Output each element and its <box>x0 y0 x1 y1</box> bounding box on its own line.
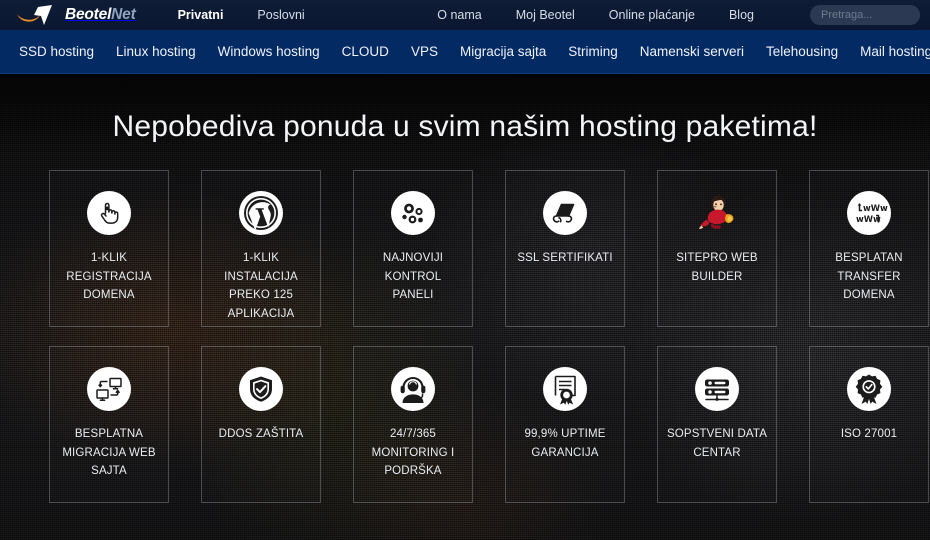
domain-transfer-www-icon: wWw wWw <box>847 191 891 235</box>
feature-tile-label: SOPSTVENI DATA CENTAR <box>666 428 768 459</box>
feature-tile-label: NAJNOVIJI KONTROL PANELI <box>382 252 444 302</box>
iso-award-badge-icon <box>847 367 891 411</box>
feature-tile-label: 24/7/365 MONITORING I PODRŠKA <box>371 428 455 478</box>
logo-wordmark: BeotelNet <box>65 6 136 24</box>
nav-item-windows-hosting[interactable]: Windows hosting <box>207 44 331 59</box>
feature-tile-label: SITEPRO WEB BUILDER <box>676 252 758 283</box>
page-title: Nepobediva ponuda u svim našim hosting p… <box>112 110 818 143</box>
site-logo[interactable]: BeotelNet <box>14 0 136 30</box>
control-panel-gears-icon <box>391 191 435 235</box>
feature-tile-control-panels[interactable]: NAJNOVIJI KONTROL PANELI <box>353 170 473 327</box>
one-click-pointer-hand-icon <box>87 191 131 235</box>
topnav-item-privatni[interactable]: Privatni <box>178 8 224 22</box>
feature-tile-label: BESPLATAN TRANSFER DOMENA <box>835 252 903 302</box>
top-utility-nav: O nama Moj Beotel Online plaćanje Blog <box>437 5 930 25</box>
search-input[interactable] <box>810 5 920 25</box>
feature-tile-app-installer[interactable]: 1-KLIK INSTALACIJA PREKO 125 APLIKACIJA <box>201 170 321 327</box>
hero-section: Nepobediva ponuda u svim našim hosting p… <box>0 74 930 540</box>
feature-tile-ddos-protection[interactable]: DDOS ZAŠTITA <box>201 346 321 503</box>
topnav-item-online-placanje[interactable]: Online plaćanje <box>609 8 695 22</box>
svg-text:wWw: wWw <box>863 203 888 213</box>
sitepro-mascot-icon <box>695 191 739 235</box>
topnav-item-blog[interactable]: Blog <box>729 8 754 22</box>
beotelnet-swoosh-logo-icon <box>14 3 60 27</box>
nav-item-telehousing[interactable]: Telehousing <box>755 44 849 59</box>
topnav-item-o-nama[interactable]: O nama <box>437 8 481 22</box>
feature-tile-own-data-center[interactable]: SOPSTVENI DATA CENTAR <box>657 346 777 503</box>
feature-tile-iso-27001[interactable]: ISO 27001 <box>809 346 929 503</box>
feature-tile-label: BESPLATNA MIGRACIJA WEB SAJTA <box>62 428 156 478</box>
logo-word-secondary: Net <box>111 6 136 23</box>
wordpress-icon <box>239 191 283 235</box>
feature-tile-ssl-certificates[interactable]: SSL SERTIFIKATI <box>505 170 625 327</box>
feature-grid: 1-KLIK REGISTRACIJA DOMENA 1-KLIK INSTAL… <box>24 144 929 503</box>
feature-tile-label: SSL SERTIFIKATI <box>517 252 613 264</box>
feature-tile-sitepro-web-builder[interactable]: SITEPRO WEB BUILDER <box>657 170 777 327</box>
top-utility-bar: BeotelNet Privatni Poslovni O nama Moj B… <box>0 0 930 30</box>
feature-tile-label: DDOS ZAŠTITA <box>218 428 304 440</box>
uptime-certificate-icon <box>543 367 587 411</box>
feature-tile-support-monitoring[interactable]: 24/7/365 MONITORING I PODRŠKA <box>353 346 473 503</box>
nav-item-ssd-hosting[interactable]: SSD hosting <box>8 44 105 59</box>
feature-tile-domain-registration[interactable]: 1-KLIK REGISTRACIJA DOMENA <box>49 170 169 327</box>
topnav-item-poslovni[interactable]: Poslovni <box>257 8 304 22</box>
nav-item-striming[interactable]: Striming <box>557 44 629 59</box>
nav-item-cloud[interactable]: CLOUD <box>331 44 400 59</box>
page-root: BeotelNet Privatni Poslovni O nama Moj B… <box>0 0 930 540</box>
shield-check-icon <box>239 367 283 411</box>
feature-tile-site-migration[interactable]: BESPLATNA MIGRACIJA WEB SAJTA <box>49 346 169 503</box>
primary-product-nav: SSD hosting Linux hosting Windows hostin… <box>0 30 930 74</box>
feature-tile-uptime-guarantee[interactable]: 99,9% UPTIME GARANCIJA <box>505 346 625 503</box>
nav-item-linux-hosting[interactable]: Linux hosting <box>105 44 207 59</box>
support-headset-icon <box>391 367 435 411</box>
topnav-item-moj-beotel[interactable]: Moj Beotel <box>516 8 575 22</box>
feature-tile-label: 99,9% UPTIME GARANCIJA <box>524 428 606 459</box>
audience-switch-nav: Privatni Poslovni <box>178 8 305 22</box>
feature-tile-label: 1-KLIK REGISTRACIJA DOMENA <box>66 252 152 302</box>
nav-item-migracija-sajta[interactable]: Migracija sajta <box>449 44 557 59</box>
ssl-certificate-scroll-icon <box>543 191 587 235</box>
site-migration-monitors-icon <box>87 367 131 411</box>
feature-tile-label: 1-KLIK INSTALACIJA PREKO 125 APLIKACIJA <box>224 252 298 320</box>
logo-word-primary: Beotel <box>65 6 112 23</box>
nav-item-mail-hosting[interactable]: Mail hosting <box>849 44 930 59</box>
nav-item-namenski-serveri[interactable]: Namenski serveri <box>629 44 755 59</box>
feature-tile-label: ISO 27001 <box>840 428 898 440</box>
feature-tile-domain-transfer[interactable]: wWw wWw BESPLATAN TRANSFER DOMENA <box>809 170 929 327</box>
nav-item-vps[interactable]: VPS <box>400 44 449 59</box>
data-center-server-icon <box>695 367 739 411</box>
